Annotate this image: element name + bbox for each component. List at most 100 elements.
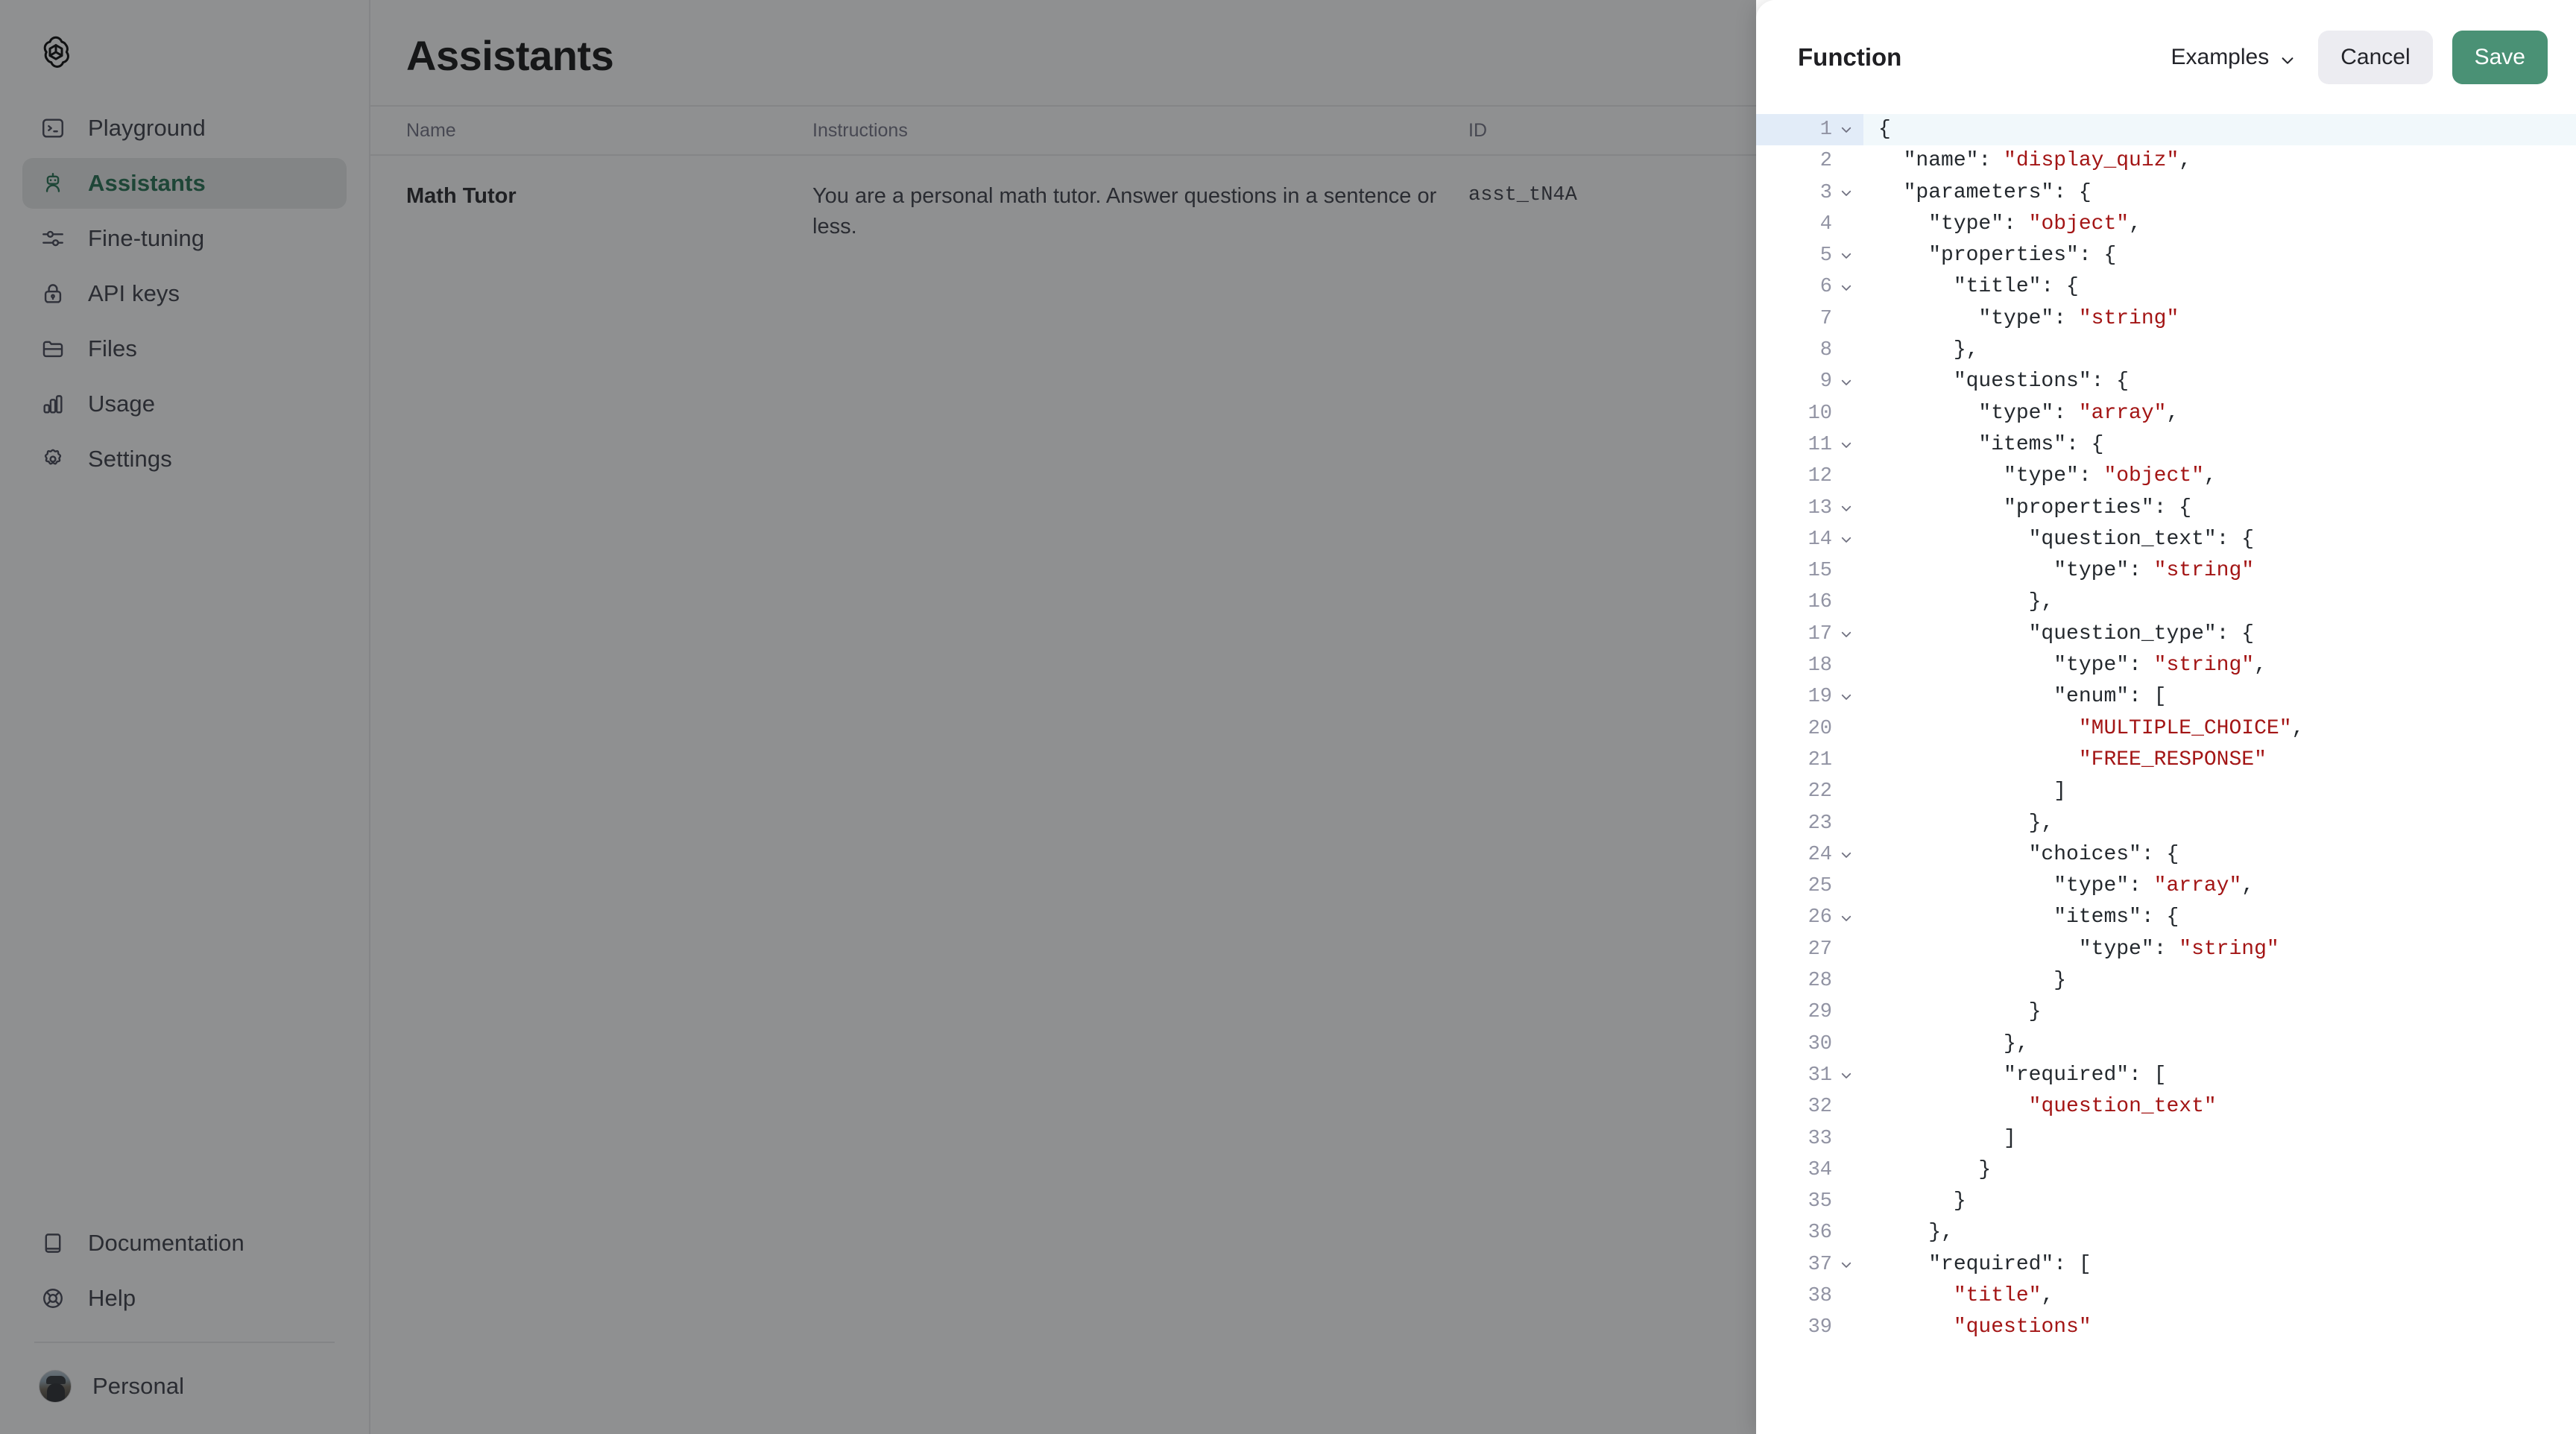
line-number: 23 [1808, 812, 1832, 835]
code-line-text: "questions" [1953, 1315, 2092, 1339]
code-line[interactable]: 27 "type": "string" [1756, 934, 2576, 965]
modal-scrim[interactable] [0, 0, 1756, 1434]
code-line[interactable]: 31 "required": [ [1756, 1060, 2576, 1091]
line-number: 11 [1756, 429, 1863, 461]
save-button[interactable]: Save [2452, 30, 2548, 84]
code-line-text: "items": { [1878, 432, 2104, 456]
code-line-text: "type": "object", [1878, 464, 2217, 488]
code-line[interactable]: 2 "name": "display_quiz", [1756, 145, 2576, 177]
code-line[interactable]: 22 ] [1756, 776, 2576, 807]
line-number: 22 [1808, 780, 1832, 803]
fold-toggle-icon[interactable] [1840, 186, 1853, 200]
code-line-text: "type": "array", [1878, 401, 2179, 425]
code-line[interactable]: 33 ] [1756, 1123, 2576, 1155]
code-line[interactable]: 17 "question_type": { [1756, 619, 2576, 650]
code-line[interactable]: 6 "title": { [1756, 271, 2576, 303]
code-line[interactable]: 21 "FREE_RESPONSE" [1756, 745, 2576, 776]
code-line[interactable]: 16 }, [1756, 587, 2576, 618]
code-line[interactable]: 1{ [1756, 114, 2576, 146]
code-line-text: } [1878, 1190, 1966, 1213]
code-line[interactable]: 15 "type": "string" [1756, 555, 2576, 587]
line-number: 38 [1808, 1284, 1832, 1307]
line-number: 36 [1808, 1222, 1832, 1245]
line-number: 1 [1756, 114, 1863, 146]
code-line[interactable]: 26 "items": { [1756, 902, 2576, 933]
code-line-text: }, [1878, 1221, 1954, 1245]
code-line[interactable]: 32 "question_text" [1756, 1091, 2576, 1122]
code-line[interactable]: 5 "properties": { [1756, 240, 2576, 271]
code-line-text: "properties": { [1878, 496, 2192, 519]
code-line[interactable]: 4 "type": "object", [1756, 209, 2576, 240]
line-number: 37 [1756, 1249, 1863, 1280]
code-line[interactable]: 35 } [1756, 1186, 2576, 1217]
code-line[interactable]: 11 "items": { [1756, 429, 2576, 461]
code-line-text: "title", [1953, 1283, 2054, 1307]
code-line-text: "question_text": { [1878, 527, 2255, 551]
json-code-editor[interactable]: 1{2 "name": "display_quiz", 3 "parameters… [1756, 114, 2576, 1434]
code-line[interactable]: 18 "type": "string", [1756, 650, 2576, 681]
fold-toggle-icon[interactable] [1840, 1069, 1853, 1082]
code-line[interactable]: 14 "question_text": { [1756, 524, 2576, 555]
code-line-text: "MULTIPLE_CHOICE", [2078, 716, 2305, 740]
code-line[interactable]: 19 "enum": [ [1756, 681, 2576, 713]
examples-dropdown[interactable]: Examples [2168, 40, 2299, 75]
code-line-text: }, [1878, 1032, 2029, 1055]
fold-toggle-icon[interactable] [1840, 376, 1853, 389]
line-number: 4 [1819, 212, 1832, 236]
code-line-text: "enum": [ [1878, 685, 2167, 709]
code-line[interactable]: 7 "type": "string" [1756, 303, 2576, 335]
code-line-text: "required": [ [1878, 1252, 2092, 1276]
fold-toggle-icon[interactable] [1840, 912, 1853, 925]
fold-toggle-icon[interactable] [1840, 123, 1853, 136]
code-line[interactable]: 25 "type": "array", [1756, 871, 2576, 902]
code-line[interactable]: 20 "MULTIPLE_CHOICE", [1756, 713, 2576, 745]
cancel-button[interactable]: Cancel [2318, 30, 2433, 84]
code-line[interactable]: 10 "type": "array", [1756, 398, 2576, 429]
fold-toggle-icon[interactable] [1840, 502, 1853, 515]
code-line-text: "properties": { [1878, 244, 2117, 268]
line-number: 9 [1756, 366, 1863, 397]
code-line[interactable]: 36 }, [1756, 1217, 2576, 1248]
code-line[interactable]: 12 "type": "object", [1756, 461, 2576, 492]
line-number: 7 [1819, 307, 1832, 330]
line-number: 14 [1756, 524, 1863, 555]
code-line-text: "type": "string" [1878, 937, 2279, 961]
modal-header: Function Examples Cancel Save [1756, 0, 2576, 114]
fold-toggle-icon[interactable] [1840, 848, 1853, 862]
code-line-text: "type": "string" [1878, 306, 2179, 330]
code-line[interactable]: 34 } [1756, 1155, 2576, 1186]
chevron-down-icon [2279, 49, 2296, 66]
fold-toggle-icon[interactable] [1840, 438, 1853, 452]
fold-toggle-icon[interactable] [1840, 1258, 1853, 1272]
code-line[interactable]: 8 }, [1756, 335, 2576, 366]
code-line[interactable]: 3 "parameters": { [1756, 177, 2576, 209]
code-line-text: } [1878, 969, 2067, 993]
modal-header-actions: Examples Cancel Save [2168, 30, 2548, 84]
code-line[interactable]: 28 } [1756, 965, 2576, 996]
code-line[interactable]: 29 } [1756, 996, 2576, 1028]
line-number: 32 [1808, 1096, 1832, 1119]
code-line[interactable]: 13 "properties": { [1756, 493, 2576, 524]
code-line-text: ] [1878, 780, 2067, 803]
code-line-text: } [1878, 1000, 2042, 1024]
code-line[interactable]: 24 "choices": { [1756, 839, 2576, 871]
fold-toggle-icon[interactable] [1840, 628, 1853, 641]
code-line-text: } [1878, 1157, 1992, 1181]
fold-toggle-icon[interactable] [1840, 249, 1853, 262]
code-line-text: "items": { [1878, 906, 2179, 929]
line-number: 35 [1808, 1190, 1832, 1213]
code-line-text: "name": "display_quiz", [1878, 149, 2192, 173]
fold-toggle-icon[interactable] [1840, 533, 1853, 546]
code-line-text: "type": "string", [1878, 654, 2267, 677]
code-line[interactable]: 23 }, [1756, 808, 2576, 839]
fold-toggle-icon[interactable] [1840, 690, 1853, 704]
code-line[interactable]: 37 "required": [ [1756, 1249, 2576, 1280]
code-line[interactable]: 38 "title", [1756, 1280, 2576, 1312]
app-root: Playground Assistants [0, 0, 2576, 1434]
fold-toggle-icon[interactable] [1840, 281, 1853, 294]
code-line[interactable]: 39 "questions" [1756, 1312, 2576, 1343]
examples-label: Examples [2171, 44, 2270, 69]
line-number: 6 [1756, 271, 1863, 303]
code-line[interactable]: 9 "questions": { [1756, 366, 2576, 397]
code-line[interactable]: 30 }, [1756, 1029, 2576, 1060]
